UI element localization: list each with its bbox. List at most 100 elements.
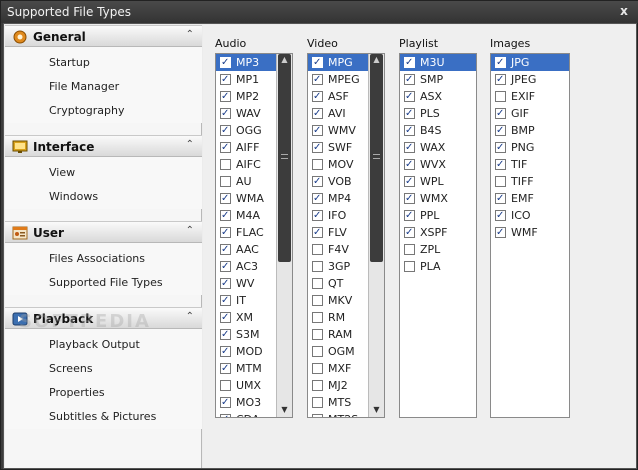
list-item[interactable]: WVX: [400, 156, 476, 173]
sidebar-item[interactable]: Subtitles & Pictures: [5, 405, 202, 429]
checkbox[interactable]: [220, 309, 231, 326]
checkbox[interactable]: [312, 261, 323, 272]
checkbox[interactable]: [220, 190, 231, 207]
sidebar-item[interactable]: Playback Output: [5, 333, 202, 357]
checkbox[interactable]: [312, 190, 323, 207]
checkbox[interactable]: [495, 207, 506, 224]
list-item[interactable]: WMF: [491, 224, 569, 241]
scroll-up-icon[interactable]: ▲: [279, 56, 290, 64]
checkbox[interactable]: [220, 258, 231, 275]
checkbox[interactable]: [220, 394, 231, 411]
list-item[interactable]: MTS: [308, 394, 368, 411]
scrollbar[interactable]: ▲ ▼: [368, 54, 384, 417]
list-item[interactable]: OGM: [308, 343, 368, 360]
close-button[interactable]: x: [617, 4, 631, 18]
title-bar[interactable]: Supported File Types x: [1, 1, 638, 23]
list-item[interactable]: WPL: [400, 173, 476, 190]
list-item[interactable]: OGG: [216, 122, 276, 139]
list-item[interactable]: MP2: [216, 88, 276, 105]
list-item[interactable]: IFO: [308, 207, 368, 224]
checkbox[interactable]: [312, 397, 323, 408]
list-item[interactable]: CDA: [216, 411, 276, 417]
chevron-up-icon[interactable]: ⌃: [186, 139, 194, 150]
list-item[interactable]: UMX: [216, 377, 276, 394]
checkbox[interactable]: [495, 91, 506, 102]
sidebar-item[interactable]: Windows: [5, 185, 202, 209]
list-item[interactable]: EXIF: [491, 88, 569, 105]
list-item[interactable]: M4A: [216, 207, 276, 224]
list-item[interactable]: TIF: [491, 156, 569, 173]
checkbox[interactable]: [495, 105, 506, 122]
list-item[interactable]: PPL: [400, 207, 476, 224]
scroll-thumb[interactable]: [370, 54, 383, 262]
checkbox[interactable]: [220, 411, 231, 417]
list-item[interactable]: M3U: [400, 54, 476, 71]
scroll-down-icon[interactable]: ▼: [279, 406, 290, 414]
checkbox[interactable]: [495, 156, 506, 173]
list-item[interactable]: AVI: [308, 105, 368, 122]
chevron-up-icon[interactable]: ⌃: [186, 29, 194, 40]
list-item[interactable]: QT: [308, 275, 368, 292]
checkbox[interactable]: [404, 261, 415, 272]
list-item[interactable]: ASX: [400, 88, 476, 105]
checkbox[interactable]: [220, 292, 231, 309]
checkbox[interactable]: [495, 190, 506, 207]
list-item[interactable]: MKV: [308, 292, 368, 309]
checkbox[interactable]: [312, 295, 323, 306]
checkbox[interactable]: [312, 224, 323, 241]
list-item[interactable]: MJ2: [308, 377, 368, 394]
checkbox[interactable]: [404, 88, 415, 105]
checkbox[interactable]: [312, 207, 323, 224]
checkbox[interactable]: [220, 88, 231, 105]
list-item[interactable]: FLV: [308, 224, 368, 241]
checkbox[interactable]: [220, 139, 231, 156]
group-header-interface[interactable]: Interface ⌃: [5, 135, 202, 157]
checkbox[interactable]: [220, 159, 231, 170]
list-item[interactable]: WV: [216, 275, 276, 292]
checkbox[interactable]: [404, 156, 415, 173]
checkbox[interactable]: [312, 312, 323, 323]
list-item[interactable]: F4V: [308, 241, 368, 258]
list-item[interactable]: RAM: [308, 326, 368, 343]
images-listbox[interactable]: JPG JPEG EXIF GIF BMP PNG TIF TIFF EMF ICO WMF: [490, 53, 570, 418]
checkbox[interactable]: [404, 54, 415, 71]
video-listbox[interactable]: MPG MPEG ASF AVI WMV SWF MOV VOB MP4 IFO FLV F4V 3GP…: [307, 53, 385, 418]
list-item[interactable]: XSPF: [400, 224, 476, 241]
sidebar-item[interactable]: Screens: [5, 357, 202, 381]
list-item[interactable]: MTM: [216, 360, 276, 377]
checkbox[interactable]: [495, 139, 506, 156]
list-item[interactable]: FLAC: [216, 224, 276, 241]
list-item[interactable]: TIFF: [491, 173, 569, 190]
list-item[interactable]: GIF: [491, 105, 569, 122]
list-item[interactable]: ICO: [491, 207, 569, 224]
audio-listbox[interactable]: MP3 MP1 MP2 WAV OGG AIFF AIFC AU WMA M4A FLAC AAC AC…: [215, 53, 293, 418]
checkbox[interactable]: [220, 241, 231, 258]
list-item[interactable]: AAC: [216, 241, 276, 258]
checkbox[interactable]: [220, 224, 231, 241]
list-item[interactable]: WAX: [400, 139, 476, 156]
checkbox[interactable]: [404, 224, 415, 241]
list-item[interactable]: MP4: [308, 190, 368, 207]
checkbox[interactable]: [220, 54, 231, 71]
sidebar-item[interactable]: Cryptography: [5, 99, 202, 123]
list-item[interactable]: SWF: [308, 139, 368, 156]
checkbox[interactable]: [312, 159, 323, 170]
list-item[interactable]: AIFF: [216, 139, 276, 156]
list-item[interactable]: ZPL: [400, 241, 476, 258]
sidebar-item[interactable]: File Manager: [5, 75, 202, 99]
scroll-up-icon[interactable]: ▲: [371, 56, 382, 64]
checkbox[interactable]: [404, 105, 415, 122]
checkbox[interactable]: [312, 380, 323, 391]
list-item[interactable]: JPEG: [491, 71, 569, 88]
list-item[interactable]: S3M: [216, 326, 276, 343]
list-item[interactable]: WMA: [216, 190, 276, 207]
scroll-thumb[interactable]: [278, 54, 291, 262]
list-item[interactable]: ASF: [308, 88, 368, 105]
list-item[interactable]: MPG: [308, 54, 368, 71]
list-item[interactable]: MXF: [308, 360, 368, 377]
list-item[interactable]: MOV: [308, 156, 368, 173]
checkbox[interactable]: [312, 54, 323, 71]
checkbox[interactable]: [312, 173, 323, 190]
sidebar-item[interactable]: Startup: [5, 51, 202, 75]
checkbox[interactable]: [312, 71, 323, 88]
